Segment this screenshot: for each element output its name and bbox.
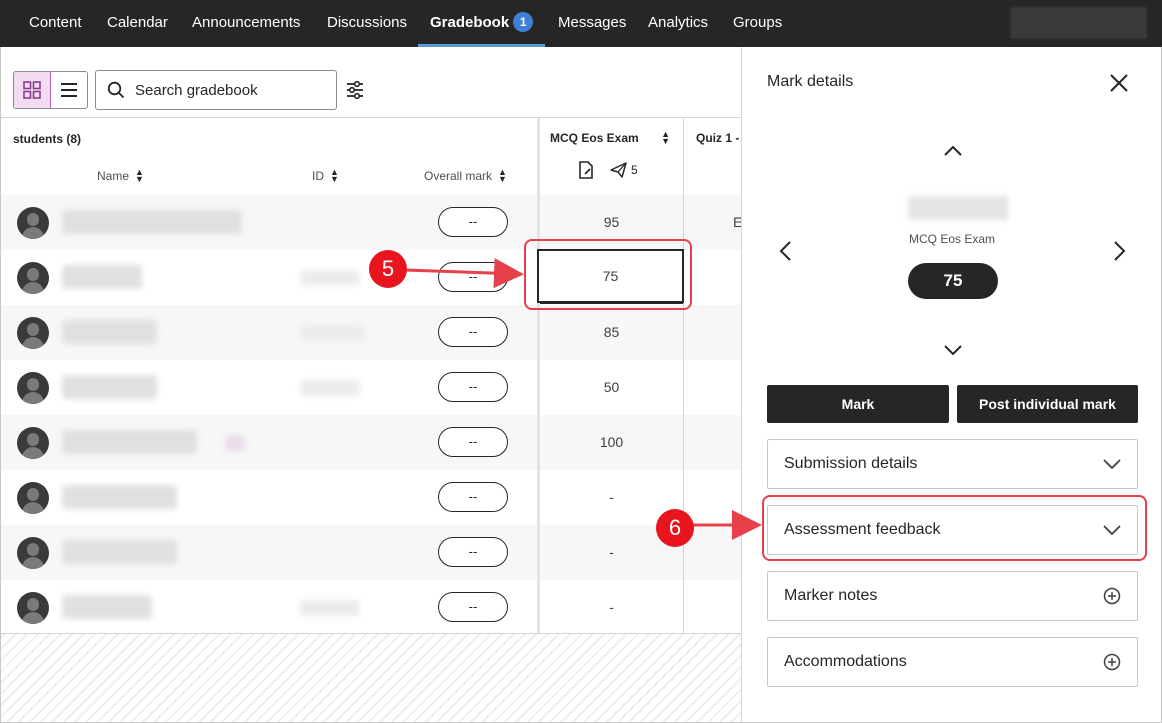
callout-arrows (404, 258, 762, 540)
callout-step-6: 6 (656, 509, 694, 547)
callout-step-5: 5 (369, 250, 407, 288)
